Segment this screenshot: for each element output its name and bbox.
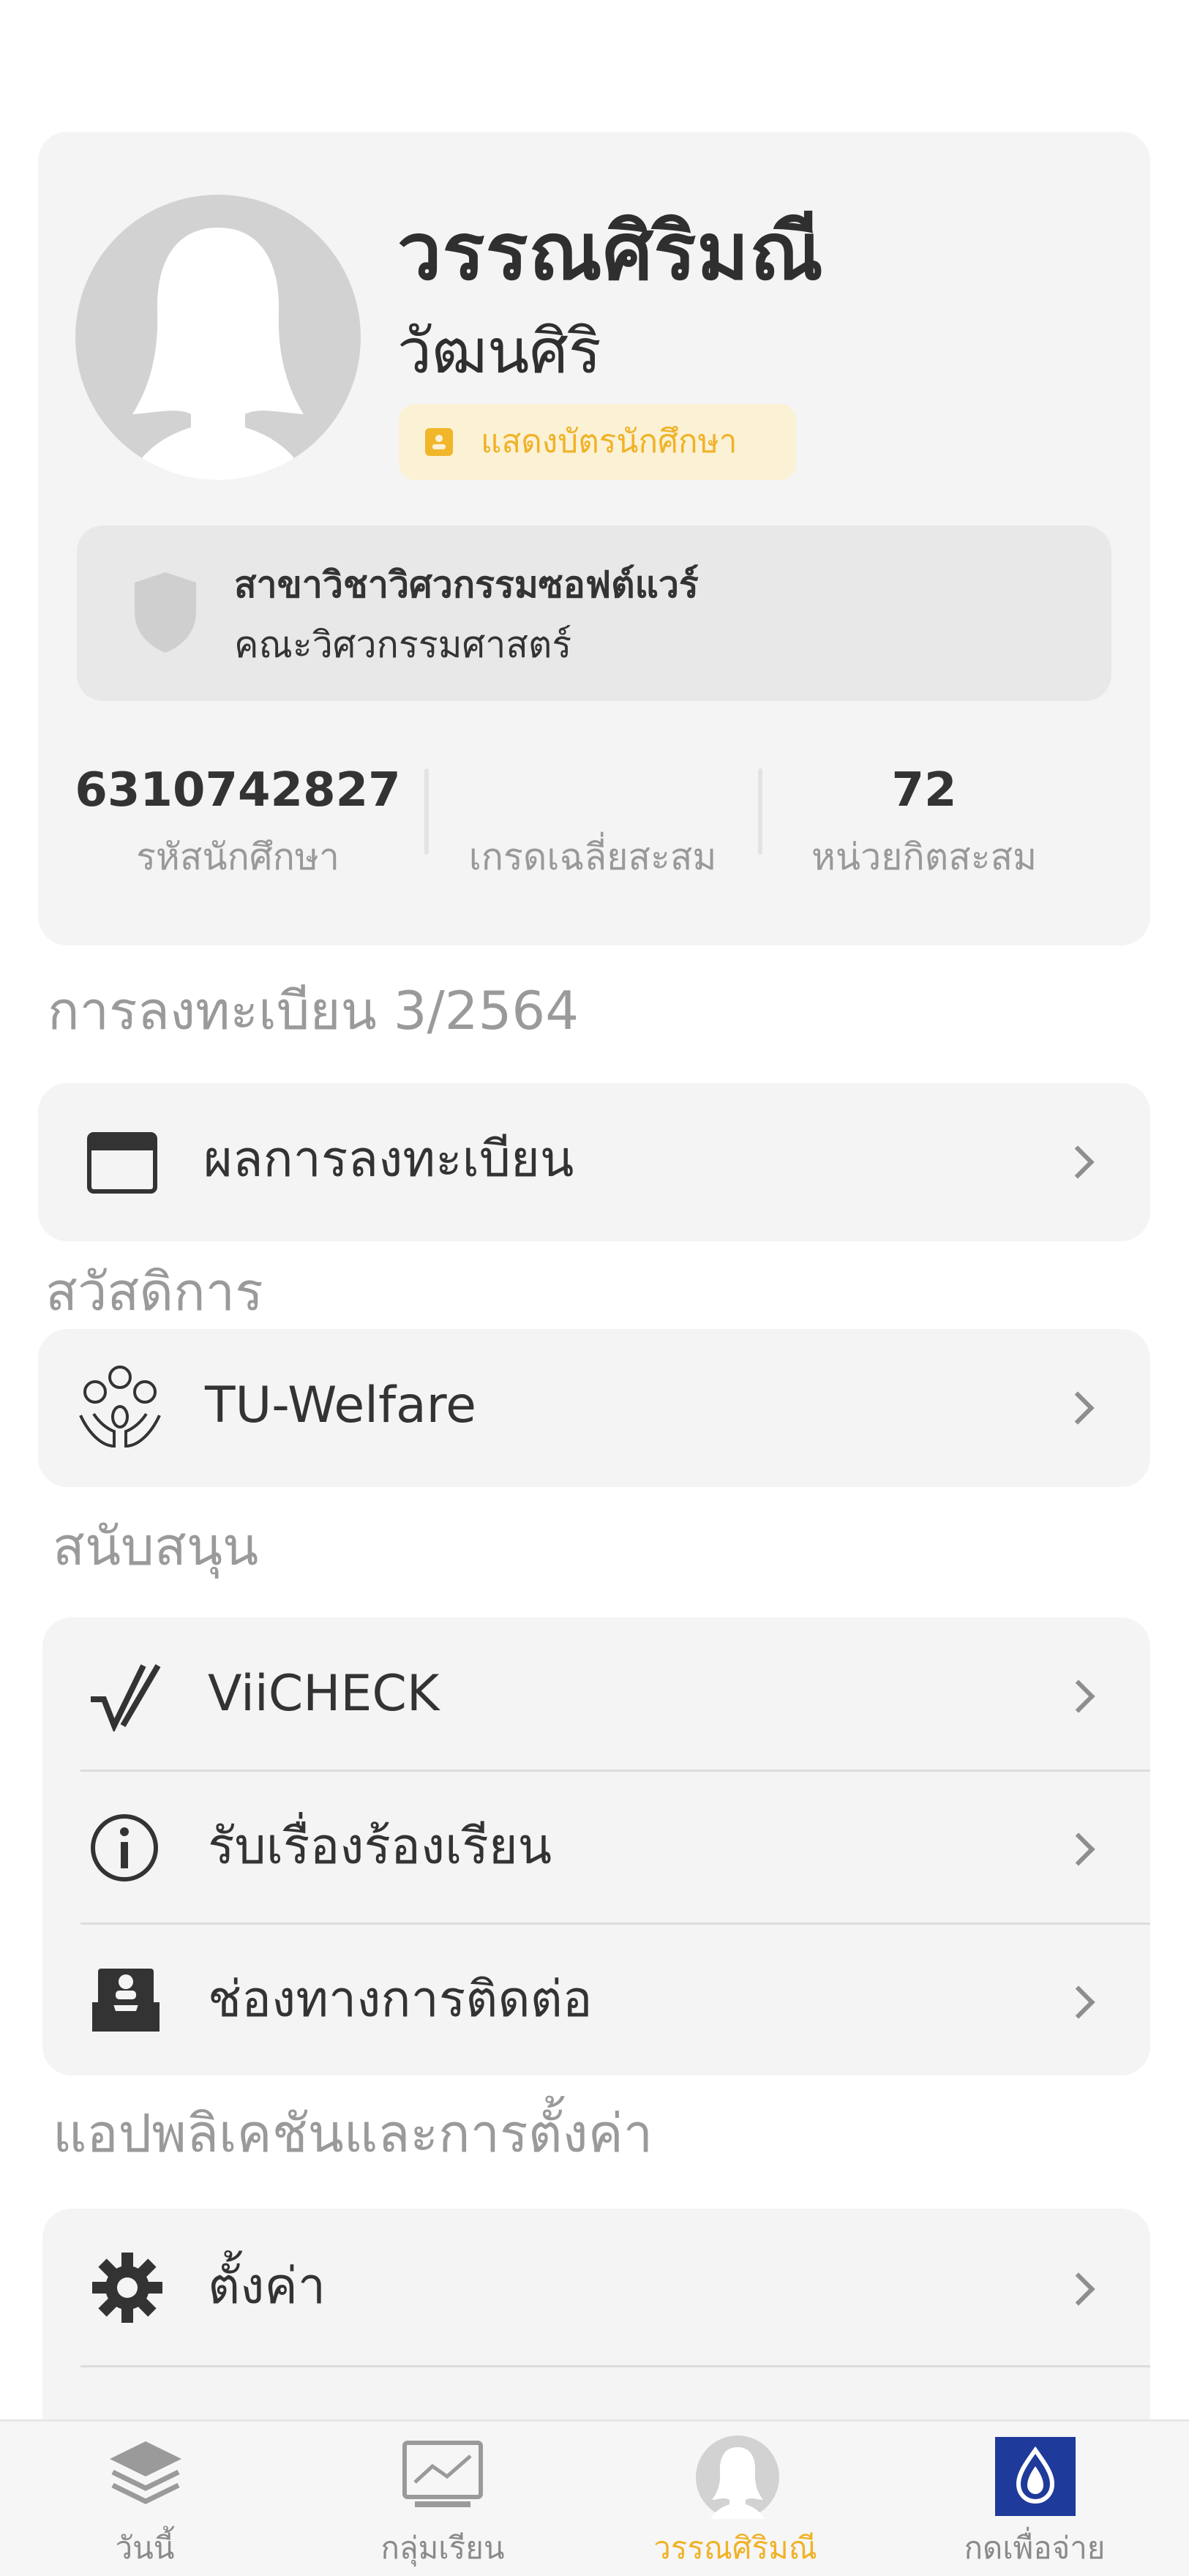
chevron-right-icon xyxy=(1062,2272,1095,2306)
checkmark-icon xyxy=(91,1663,161,1731)
credits-value: 72 xyxy=(891,763,957,817)
department-name: สาขาวิชาวิศวกรรมซอฟต์แวร์ xyxy=(234,564,699,606)
gear-icon xyxy=(92,2253,162,2323)
settings-row[interactable]: ตั้งค่า xyxy=(42,2209,1150,2365)
id-card-icon xyxy=(425,428,453,456)
tab-today-label: วันนี้ xyxy=(115,2530,175,2566)
contact-inbox-icon xyxy=(92,1969,160,2032)
tab-profile-label: วรรณศิริมณี xyxy=(653,2530,817,2566)
show-student-id-label: แสดงบัตรนักศึกษา xyxy=(481,423,738,460)
avatar-icon xyxy=(696,2435,779,2519)
chevron-right-icon xyxy=(1062,1832,1095,1866)
viicheck-label: ViiCHECK xyxy=(208,1665,440,1723)
department-box xyxy=(77,525,1111,701)
avatar xyxy=(75,195,361,480)
tu-welfare-label: TU-Welfare xyxy=(205,1377,476,1434)
show-student-id-button[interactable]: แสดงบัตรนักศึกษา xyxy=(399,404,796,480)
section-title-welfare: สวัสดิการ xyxy=(45,1261,263,1322)
tu-welfare-row[interactable]: TU-Welfare xyxy=(38,1329,1150,1487)
person-silhouette-icon xyxy=(127,228,310,480)
gpa-label: เกรดเฉลี่ยสะสม xyxy=(468,836,717,878)
section-title-registration: การลงทะเบียน 3/2564 xyxy=(48,980,580,1041)
chevron-right-icon xyxy=(1062,1985,1095,2019)
student-id-value: 6310742827 xyxy=(75,763,401,817)
tab-class-groups-label: กลุ่มเรียน xyxy=(380,2530,505,2566)
settings-label: ตั้งค่า xyxy=(208,2258,326,2315)
section-title-support: สนับสนุน xyxy=(53,1516,259,1577)
student-id-label: รหัสนักศึกษา xyxy=(136,836,340,878)
info-icon xyxy=(91,1814,158,1882)
welfare-hands-icon xyxy=(79,1366,161,1448)
payment-drop-icon xyxy=(995,2437,1076,2516)
support-card: ViiCHECK รับเรื่องร้องเรียน ช่องทางการติ… xyxy=(42,1617,1150,2075)
shield-icon xyxy=(135,572,196,653)
row-divider xyxy=(80,2365,1150,2367)
complaint-label: รับเรื่องร้องเรียน xyxy=(208,1818,552,1876)
section-title-settings: แอปพลิเคชันและการตั้งค่า xyxy=(53,2103,653,2164)
viicheck-row[interactable]: ViiCHECK xyxy=(42,1617,1150,1770)
chevron-right-icon xyxy=(1062,1680,1095,1713)
calendar-window-icon xyxy=(87,1132,157,1194)
registration-result-label: ผลการลงทะเบียน xyxy=(203,1131,574,1188)
student-last-name: วัฒนศิริ xyxy=(397,315,601,387)
chevron-right-icon xyxy=(1061,1145,1095,1179)
student-first-name: วรรณศิริมณี xyxy=(397,206,824,298)
registration-result-row[interactable]: ผลการลงทะเบียน xyxy=(38,1083,1150,1241)
layers-icon xyxy=(110,2441,181,2504)
faculty-name: คณะวิศวกรรมศาสตร์ xyxy=(234,624,572,666)
tab-pay-label: กดเพื่อจ่าย xyxy=(964,2530,1106,2566)
contact-channels-label: ช่องทางการติดต่อ xyxy=(208,1971,593,2029)
contact-channels-row[interactable]: ช่องทางการติดต่อ xyxy=(42,1925,1150,2075)
complaint-row[interactable]: รับเรื่องร้องเรียน xyxy=(42,1772,1150,1922)
chevron-right-icon xyxy=(1061,1391,1095,1425)
credits-label: หน่วยกิตสะสม xyxy=(811,836,1038,878)
chart-board-icon xyxy=(402,2441,483,2507)
